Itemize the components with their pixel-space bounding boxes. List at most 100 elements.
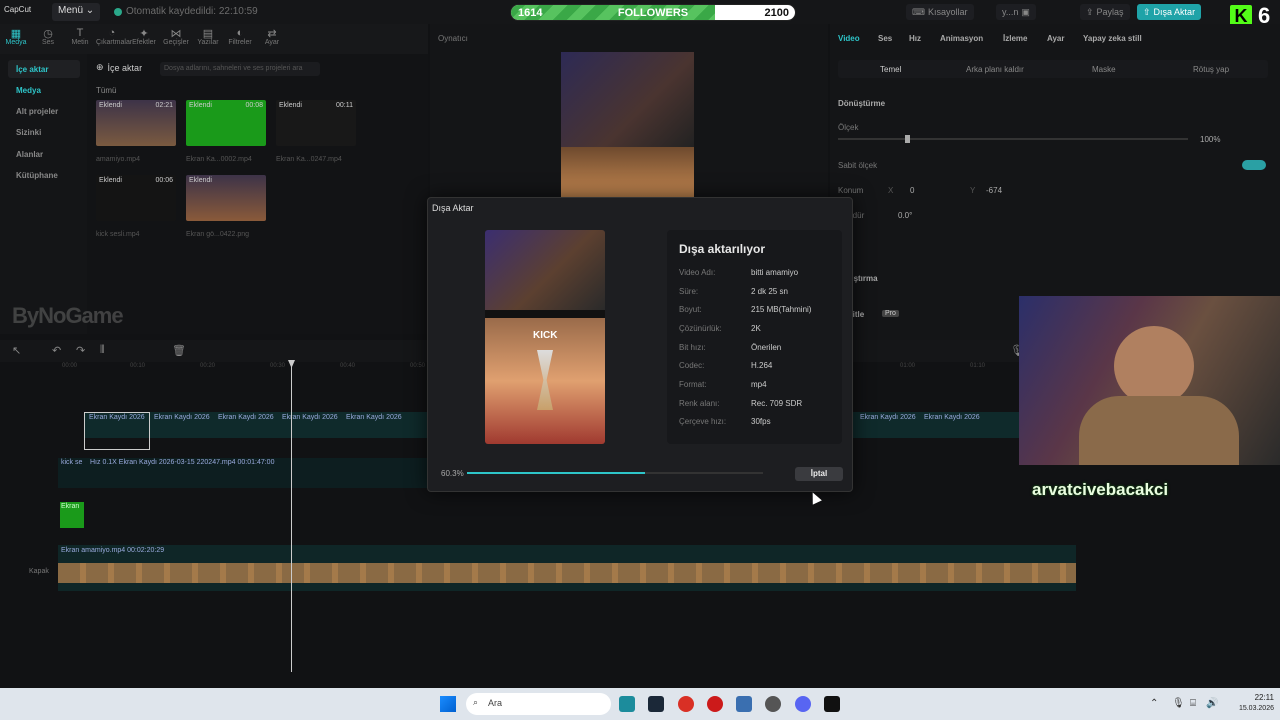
split-icon[interactable]: ⫴ [100,344,105,357]
mic-tray-icon[interactable]: 🎙 [1172,698,1185,709]
media-thumb[interactable]: Eklendi 00:06 [96,175,176,221]
cancel-button[interactable]: İptal [795,467,843,481]
tool-effects[interactable]: ✦ Efektler [128,24,160,54]
tab-animation[interactable]: Animasyon [940,34,983,43]
sidebar-item-yours[interactable]: Sizinki [8,123,80,141]
thumb-name: kick sesli.mp4 [96,231,140,238]
adjust-icon: ⇄ [267,28,277,40]
clip-label: Ekran Kaydı 2026 [218,414,274,421]
discord-icon[interactable] [795,696,811,712]
preview-kick-text: KICK [533,330,558,341]
scale-slider-handle[interactable] [905,135,910,143]
sidebar-item-import[interactable]: İçe aktar [8,60,80,78]
subtab-basic[interactable]: Temel [880,65,901,74]
scale-value[interactable]: 100% [1200,135,1220,144]
ruler-tick: 00:10 [130,363,146,369]
share-label: Paylaş [1096,7,1124,17]
app-icon[interactable] [736,696,752,712]
search-icon: ⌕ [473,697,479,707]
taskbar [0,688,1280,720]
tab-video[interactable]: Video [838,34,860,43]
main-clip-label: Ekran amamiyo.mp4 00:02:20:29 [61,547,165,554]
thumb-duration: 00:06 [155,177,173,184]
taskbar-search-input[interactable]: ⌕ Ara [466,693,611,715]
tool-adjust[interactable]: ⇄ Ayar [256,24,288,54]
network-icon[interactable]: ⌸ [1190,698,1196,709]
sidebar-item-label: Kütüphane [16,170,58,180]
media-thumb[interactable]: Eklendi 00:11 [276,100,356,146]
tool-adjust-label: Ayar [264,39,280,46]
tool-filters[interactable]: ◐ Filtreler [224,24,256,54]
export-label: Dışa Aktar [1153,7,1196,17]
clip-label: Ekran Kaydı 2026 [89,414,145,421]
share-button[interactable]: ⇪ Paylaş [1080,4,1130,20]
transition-icon: ⋈ [170,28,182,40]
x-input[interactable]: 0 [910,186,914,195]
tool-stickers-label: Çıkartmalar [96,39,133,46]
subtab-retouch[interactable]: Rötuş yap [1193,65,1229,74]
x-label: X [888,186,894,195]
tool-audio[interactable]: ◷ Ses [32,24,64,54]
cover-label[interactable]: Kapak [29,568,49,575]
undo-icon[interactable]: ↶ [52,344,61,357]
tab-audio[interactable]: Ses [878,34,892,43]
user-button[interactable]: y...n ▣ [996,4,1036,20]
info-value: bitti amamiyo [751,268,799,277]
scale-slider[interactable] [838,138,1188,140]
info-key: Boyut: [679,305,702,314]
edge-icon[interactable] [619,696,635,712]
sidebar-item-library[interactable]: Kütüphane [8,166,80,184]
media-thumb[interactable]: Eklendi [186,175,266,221]
subtab-mask[interactable]: Maske [1092,65,1116,74]
github-icon[interactable] [765,696,781,712]
chrome-icon[interactable] [678,696,694,712]
sidebar-item-subprojects[interactable]: Alt projeler [8,102,80,120]
added-tag: Eklendi [189,102,212,109]
subtab-remove-bg[interactable]: Arka planı kaldır [966,65,1024,74]
steam-icon[interactable] [648,696,664,712]
windows-start-icon[interactable] [440,696,456,712]
media-search-input[interactable]: Dosya adlarını, sahneleri ve ses projele… [160,62,320,76]
tray-chevron-icon[interactable]: ⌃ [1150,698,1158,709]
text-icon: T [76,27,84,39]
info-key: Çözünürlük: [679,324,722,333]
tab-tracking[interactable]: İzleme [1003,34,1027,43]
sidebar-item-spaces[interactable]: Alanlar [8,145,80,163]
tool-captions[interactable]: ▤ Yazılar [192,24,224,54]
ruler-tick: 00:00 [62,363,78,369]
clock-time[interactable]: 22:11 [1238,693,1274,702]
delete-icon[interactable]: 🗑 [172,344,186,357]
media-thumb[interactable]: Eklendi 02:21 [96,100,176,146]
opera-icon[interactable] [707,696,723,712]
redo-icon[interactable]: ↷ [76,344,85,357]
info-value: H.264 [751,361,773,370]
volume-icon[interactable]: 🔊 [1206,698,1218,709]
tab-ai-style[interactable]: Yapay zeka still [1083,34,1142,43]
export-button[interactable]: ⇧ Dışa Aktar [1137,4,1202,20]
import-button[interactable]: ⊕ İçe aktar [96,62,142,73]
playhead[interactable] [291,360,292,672]
tab-adjust[interactable]: Ayar [1047,34,1065,43]
tool-stickers[interactable]: ◔ Çıkartmalar [96,24,132,54]
tool-text[interactable]: T Metin [64,24,96,54]
sidebar-item-media[interactable]: Medya [8,81,80,99]
select-icon[interactable]: ↖ [12,344,21,357]
menu-button[interactable]: Menü ⌄ [52,3,101,21]
rotate-input[interactable]: 0.0° [898,211,912,220]
media-thumb[interactable]: Eklendi 00:08 [186,100,266,146]
media-filter-all[interactable]: Tümü [96,86,116,95]
tool-transitions[interactable]: ⋈ Geçişler [160,24,192,54]
fixed-scale-toggle[interactable] [1242,160,1266,170]
info-value: 30fps [751,417,771,426]
tab-speed[interactable]: Hız [909,34,921,43]
tool-media[interactable]: ▦ Medya [0,24,32,54]
shortcuts-button[interactable]: ⌨ Kısayollar [906,4,974,20]
kick-clip-label: kick se [61,459,83,466]
pro-badge: Pro [882,310,899,317]
y-input[interactable]: -674 [986,186,1002,195]
capcut-icon[interactable] [824,696,840,712]
clock-date[interactable]: 15.03.2026 [1224,705,1274,712]
info-key: Renk alanı: [679,399,720,408]
filters-icon: ◐ [236,27,244,39]
fixed-scale-label: Sabit ölçek [838,161,878,170]
